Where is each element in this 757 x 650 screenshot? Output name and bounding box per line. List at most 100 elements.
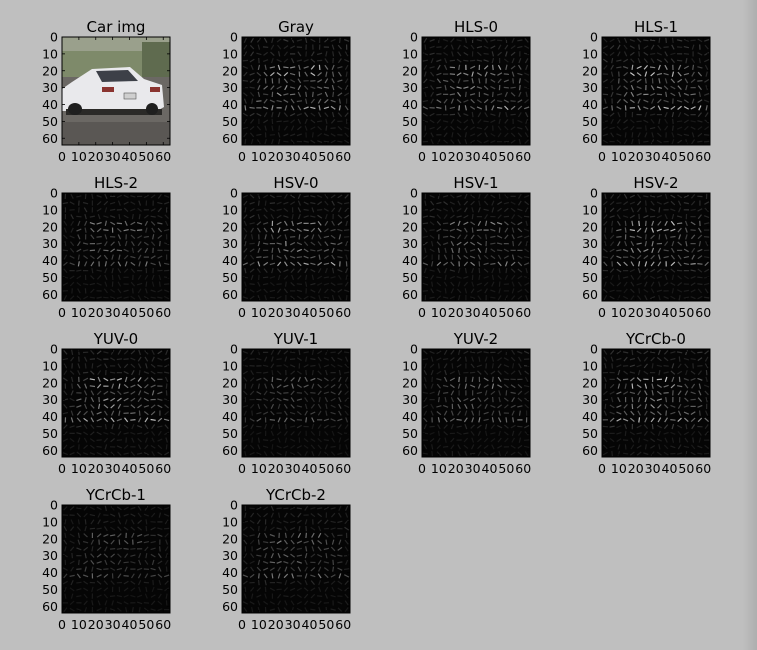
hog-cell [257,200,260,206]
y-tick-label: 30 [402,236,418,251]
hog-cell [310,222,316,225]
hog-cell [676,59,683,62]
hog-cell [643,140,649,143]
hog-cell [431,281,434,287]
hog-cell [271,573,274,579]
hog-cell [305,417,308,423]
x-tick-label: 60 [695,149,711,164]
hog-cell [157,588,163,591]
y-tick-label: 20 [582,219,598,234]
y-tick-label: 30 [222,80,238,95]
x-tick-label: 30 [645,149,661,164]
hog-cell [64,241,67,247]
hog-cell [145,281,148,287]
y-tick-label: 40 [582,409,598,424]
hog-cell [285,423,287,430]
subplot-ycrcb-2: YCrCb-201020304050600 10 20 30 40 50 60 [222,486,351,632]
x-tick-label: 30 [285,617,301,632]
x-tick-label: 30 [465,305,481,320]
y-tick-label: 60 [222,131,238,146]
hog-cell [478,267,481,274]
hog-cell [469,59,476,62]
hog-cell [310,608,316,611]
y-tick-label: 10 [42,46,58,61]
y-tick-label: 10 [222,202,238,217]
hog-cell [483,120,489,123]
hog-cell [62,249,69,252]
hog-cell [616,202,622,204]
hog-cell [82,371,89,374]
hog-cell [296,507,302,510]
x-tick-label: 40 [302,149,318,164]
y-tick-label: 60 [582,287,598,302]
hog-cell [512,240,515,247]
hog-cell [116,222,123,225]
hog-cell [624,220,627,227]
y-tick-label: 20 [42,531,58,546]
hog-cell [616,66,622,69]
hog-cell [143,235,149,238]
hog-cell [503,378,510,381]
hog-cell [670,235,676,238]
hog-cell [644,78,647,84]
hog-cell [323,439,329,442]
x-tick-label: 30 [105,149,121,164]
photo-tail-light-right [150,87,160,92]
hog-cell [697,283,703,285]
y-tick-label: 60 [42,131,58,146]
hog-cell [344,249,350,252]
hog-cell [438,363,440,369]
hog-cell [165,444,168,450]
subplot-title: YUV-1 [273,330,318,348]
hog-cell [269,561,276,564]
hog-cell [624,132,627,138]
hog-cell [303,229,309,232]
hog-cell [283,507,289,510]
y-tick-label: 50 [42,114,58,129]
hog-cell [145,519,148,525]
x-tick-label: 30 [465,461,481,476]
hog-cell [103,229,109,231]
hog-cell [305,369,307,376]
hog-cell [143,602,150,604]
x-tick-label: 60 [155,461,171,476]
photo-plate [123,92,137,100]
hog-cell [116,439,123,441]
y-tick-label: 50 [222,426,238,441]
hog-cell [96,242,102,245]
hog-cell [283,595,289,598]
hog-cell [465,91,467,98]
subplot-ycrcb-1: YCrCb-101020304050600 10 20 30 40 50 60 [42,486,171,632]
hog-cell [510,86,516,89]
hog-cell [437,430,440,436]
hog-cell [339,37,341,44]
y-tick-label: 10 [402,202,418,217]
x-tick-label: 20 [628,305,644,320]
hog-cell [604,403,607,410]
hog-cell [150,418,156,421]
hog-cell [651,423,654,430]
hog-cell [249,106,255,109]
y-tick-label: 20 [402,63,418,78]
hog-cell [96,527,102,530]
x-tick-label: 20 [268,461,284,476]
hog-cell [638,417,641,423]
hog-cell [96,236,102,238]
hog-cell [344,568,350,571]
hog-cell [276,358,282,361]
x-tick-label: 40 [662,149,678,164]
photo-foliage [142,42,170,77]
hog-cell [249,283,255,285]
x-tick-label: 0 [58,461,66,476]
hog-cell [422,290,429,292]
y-tick-label: 60 [402,443,418,458]
hog-cell [451,363,454,369]
hog-cell [505,417,508,423]
hog-cell [271,370,274,376]
hog-cell [132,288,134,294]
hog-cell [690,263,696,265]
y-tick-label: 30 [582,392,598,407]
y-tick-label: 10 [42,514,58,529]
subplot-title: YCrCb-0 [625,330,686,348]
y-tick-label: 30 [582,80,598,95]
